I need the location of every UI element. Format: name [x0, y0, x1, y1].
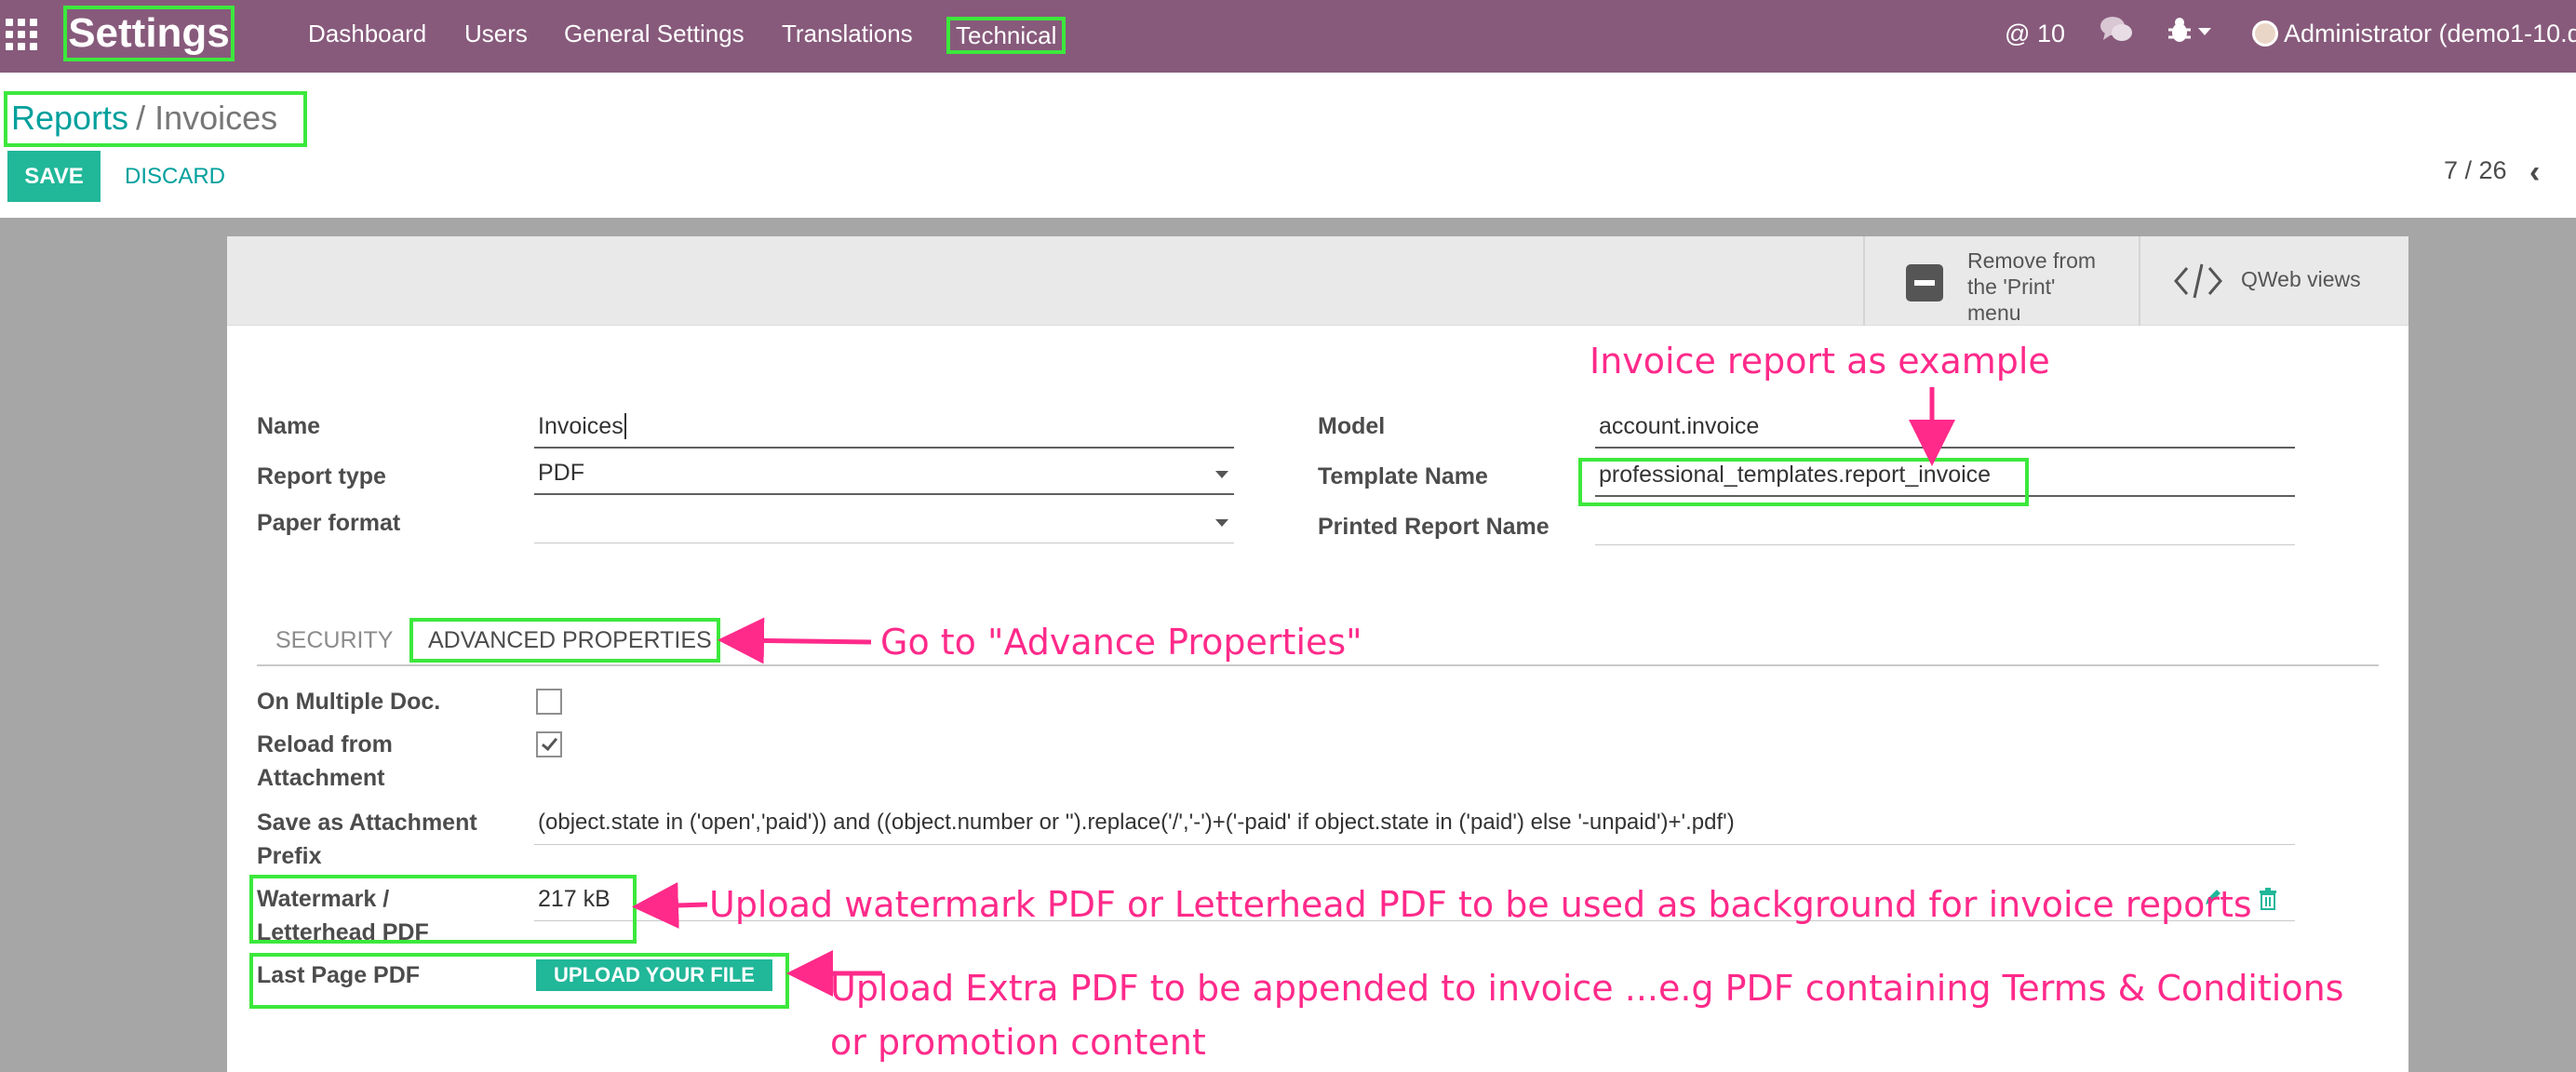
arrow-to-watermark	[632, 881, 708, 929]
annotation-arrows	[632, 387, 1955, 997]
arrow-to-advanced-tab	[718, 617, 872, 664]
